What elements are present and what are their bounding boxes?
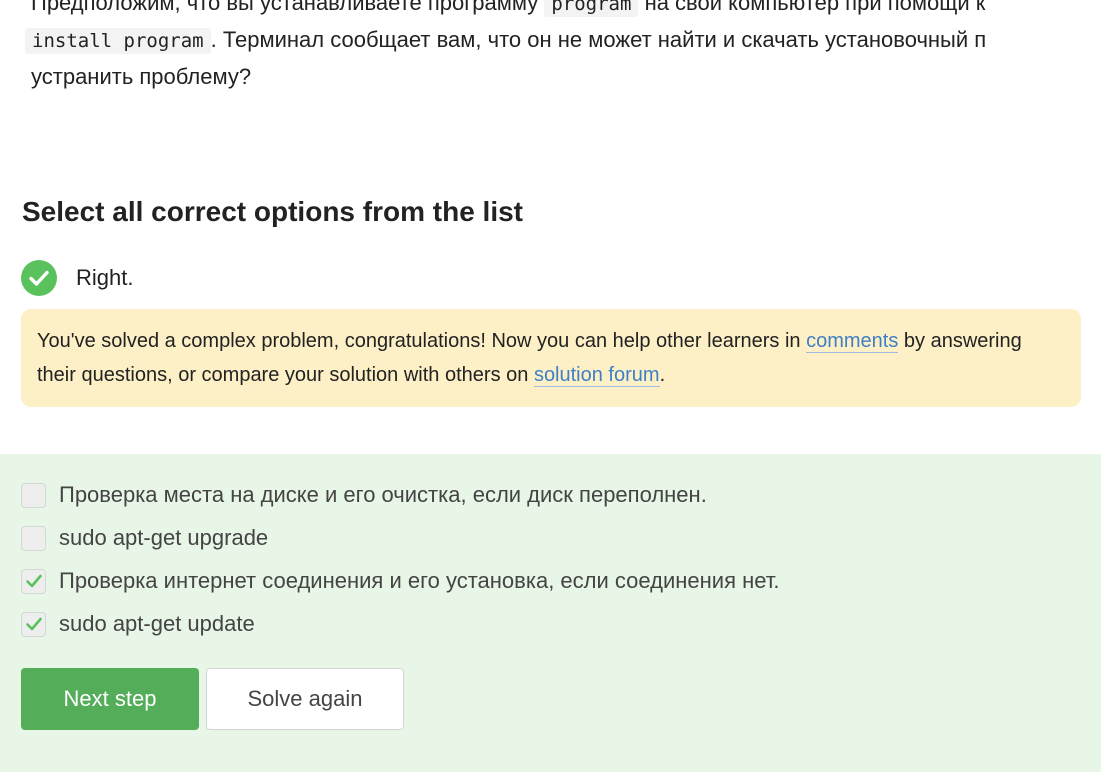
option-checkbox-3[interactable]: Проверка интернет соединения и его устан… bbox=[21, 567, 780, 595]
checkmark-icon bbox=[29, 270, 49, 286]
option-label: sudo apt-get update bbox=[59, 611, 255, 636]
notice-text: You've solved a complex problem, congrat… bbox=[37, 330, 801, 352]
option-label: Проверка места на диске и его очистка, е… bbox=[59, 482, 707, 507]
checkbox-unchecked-icon[interactable] bbox=[21, 525, 46, 551]
congratulations-notice: You've solved a complex problem, congrat… bbox=[21, 309, 1081, 407]
option-checkbox-1[interactable]: Проверка места на диске и его очистка, е… bbox=[21, 481, 707, 509]
checkmark-icon bbox=[25, 617, 42, 631]
next-step-button[interactable]: Next step bbox=[21, 668, 199, 730]
result-label: Right. bbox=[76, 265, 134, 290]
result-status: Right. bbox=[21, 260, 133, 296]
check-circle-icon bbox=[21, 260, 57, 296]
checkbox-checked-icon[interactable] bbox=[21, 568, 46, 594]
checkmark-icon bbox=[25, 574, 42, 588]
question-text-part: . Терминал сообщает вам, что он не может… bbox=[210, 27, 987, 52]
quiz-heading: Select all correct options from the list bbox=[22, 196, 524, 227]
option-label: Проверка интернет соединения и его устан… bbox=[59, 568, 780, 593]
option-checkbox-4[interactable]: sudo apt-get update bbox=[21, 610, 255, 638]
checkbox-checked-icon[interactable] bbox=[21, 611, 46, 637]
notice-text: . bbox=[659, 364, 666, 386]
checkbox-unchecked-icon[interactable] bbox=[21, 482, 46, 508]
step-page: Предположим, что вы устанавливаете прогр… bbox=[0, 0, 1101, 772]
question-text-part: на свой компьютер при помощи к bbox=[644, 0, 986, 15]
question-text: Предположим, что вы устанавливаете прогр… bbox=[25, 0, 1101, 95]
option-checkbox-2[interactable]: sudo apt-get upgrade bbox=[21, 524, 268, 552]
question-line-2: install program. Терминал сообщает вам, … bbox=[25, 21, 1101, 58]
option-label: sudo apt-get upgrade bbox=[59, 525, 269, 550]
question-line-1: Предположим, что вы устанавливаете прогр… bbox=[31, 0, 1101, 21]
question-line-3: устранить проблему? bbox=[31, 64, 252, 89]
question-text-part: Предположим, что вы устанавливаете прогр… bbox=[31, 0, 539, 15]
solution-forum-link[interactable]: solution forum bbox=[533, 364, 660, 387]
solve-again-button[interactable]: Solve again bbox=[206, 668, 404, 730]
inline-code: program bbox=[544, 0, 639, 17]
comments-link[interactable]: comments bbox=[806, 330, 899, 353]
inline-code: install program bbox=[25, 28, 211, 54]
